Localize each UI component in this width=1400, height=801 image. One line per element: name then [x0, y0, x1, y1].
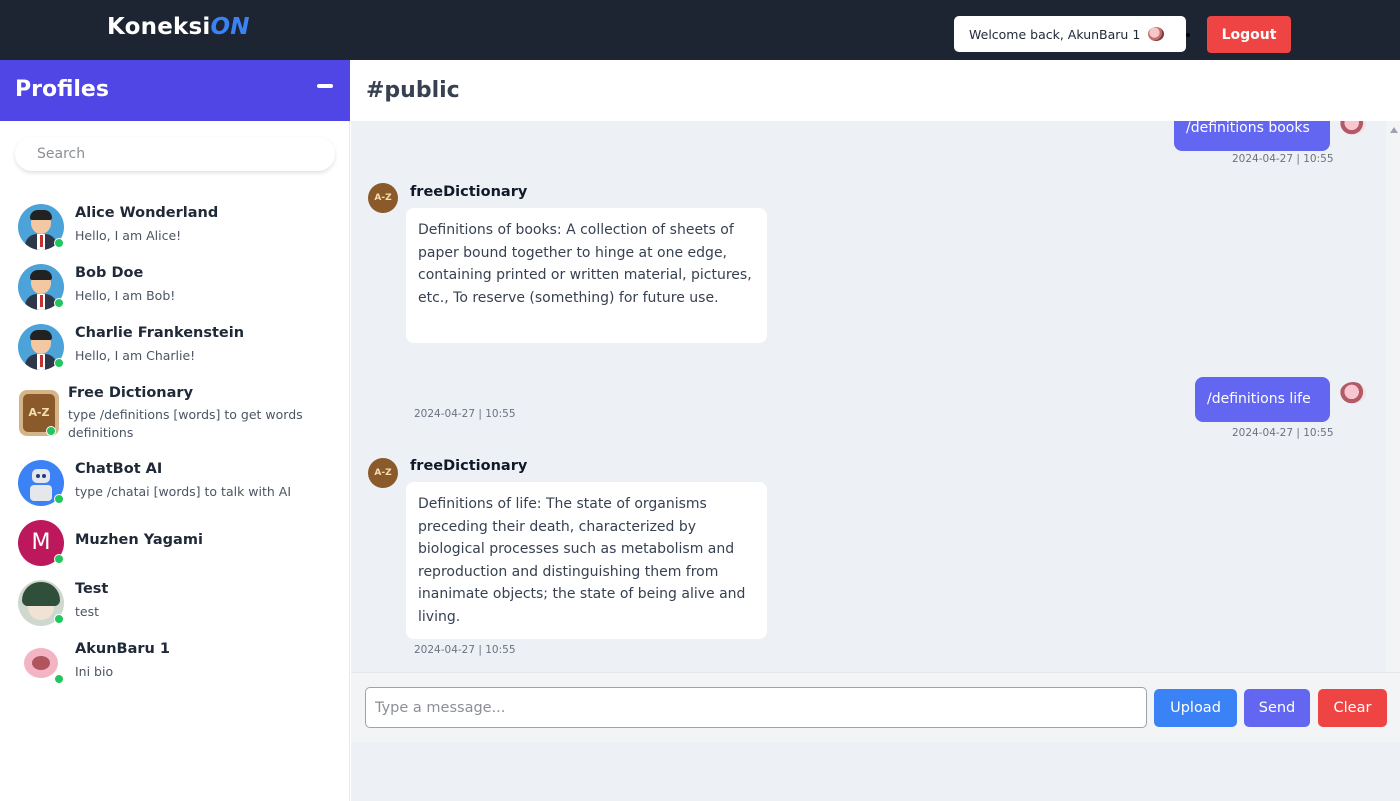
- profile-item-alice[interactable]: Alice Wonderland Hello, I am Alice!: [18, 200, 343, 254]
- upload-button[interactable]: Upload: [1154, 689, 1237, 727]
- search-input[interactable]: [15, 137, 335, 171]
- online-status-icon: [54, 494, 64, 504]
- message-timestamp: 2024-04-27 | 10:55: [414, 408, 516, 420]
- profile-item-charlie[interactable]: Charlie Frankenstein Hello, I am Charlie…: [18, 320, 343, 374]
- profile-item-akunbaru[interactable]: AkunBaru 1 Ini bio: [18, 636, 343, 690]
- incoming-message-bubble: Definitions of life: The state of organi…: [406, 482, 767, 639]
- profile-item-chatbot[interactable]: ChatBot AI type /chatai [words] to talk …: [18, 456, 343, 510]
- brand-main-text: Koneksi: [107, 14, 211, 40]
- profile-name: Alice Wonderland: [75, 205, 219, 221]
- message-timestamp: 2024-04-27 | 10:55: [1232, 427, 1334, 439]
- profile-item-free-dictionary[interactable]: A-Z Free Dictionary type /definitions [w…: [18, 380, 343, 446]
- profiles-header: Profiles: [0, 60, 350, 121]
- send-button[interactable]: Send: [1244, 689, 1310, 727]
- user-avatar-icon: [1148, 27, 1165, 41]
- profiles-title: Profiles: [15, 77, 109, 102]
- sender-avatar-icon: [1340, 121, 1366, 135]
- profile-name: Bob Doe: [75, 265, 144, 281]
- profile-name: Free Dictionary: [68, 385, 194, 401]
- profile-bio: Hello, I am Charlie!: [75, 348, 196, 363]
- welcome-text: Welcome back, AkunBaru 1: [969, 26, 1141, 42]
- profile-bio: test: [75, 604, 100, 619]
- online-status-icon: [54, 238, 64, 248]
- message-list[interactable]: /definitions books 2024-04-27 | 10:55 A-…: [351, 121, 1386, 672]
- profile-name: ChatBot AI: [75, 461, 163, 477]
- online-status-icon: [54, 614, 64, 624]
- top-navbar: KoneksiON Welcome back, AkunBaru 1 Logou…: [0, 0, 1400, 60]
- brand-accent-text: ON: [210, 14, 250, 40]
- profile-bio: Hello, I am Bob!: [75, 288, 176, 303]
- online-status-icon: [54, 358, 64, 368]
- online-status-icon: [54, 298, 64, 308]
- message-timestamp: 2024-04-27 | 10:55: [414, 644, 516, 656]
- incoming-message-bubble: Definitions of books: A collection of sh…: [406, 208, 767, 343]
- message-timestamp: 2024-04-27 | 10:55: [1232, 153, 1334, 165]
- profile-name: Muzhen Yagami: [75, 532, 203, 548]
- message-composer: Upload Send Clear: [351, 672, 1400, 742]
- profile-name: Test: [75, 581, 109, 597]
- profile-item-muzhen[interactable]: M Muzhen Yagami: [18, 516, 343, 570]
- profile-bio: type /definitions [words] to get words d…: [68, 407, 303, 440]
- online-status-icon: [46, 426, 56, 436]
- online-status-icon: [54, 554, 64, 564]
- profile-item-bob[interactable]: Bob Doe Hello, I am Bob!: [18, 260, 343, 314]
- message-input[interactable]: [365, 687, 1147, 728]
- profile-item-test[interactable]: Test test: [18, 576, 343, 630]
- separator-dot: [1186, 33, 1190, 37]
- channel-header: #public: [351, 60, 1400, 121]
- profile-bio: Ini bio: [75, 664, 114, 679]
- message-sender-name: freeDictionary: [410, 184, 528, 200]
- online-status-icon: [54, 674, 64, 684]
- outgoing-message-bubble: /definitions life: [1195, 377, 1330, 422]
- sender-avatar-icon: [1340, 382, 1366, 404]
- message-scrollbar[interactable]: [1386, 121, 1400, 672]
- scroll-up-arrow-icon[interactable]: [1390, 127, 1398, 133]
- collapse-minus-icon[interactable]: [317, 84, 333, 88]
- search-box: [15, 137, 335, 171]
- dictionary-avatar-icon: A-Z: [368, 458, 398, 488]
- profile-bio: Hello, I am Alice!: [75, 228, 182, 243]
- profile-name: Charlie Frankenstein: [75, 325, 245, 341]
- profiles-sidebar: Profiles Alice Wonderland Hello, I am Al…: [0, 60, 350, 801]
- profile-name: AkunBaru 1: [75, 641, 170, 657]
- app-logo[interactable]: KoneksiON: [107, 14, 250, 40]
- message-sender-name: freeDictionary: [410, 458, 528, 474]
- dictionary-avatar-icon: A-Z: [368, 183, 398, 213]
- welcome-badge: Welcome back, AkunBaru 1: [954, 16, 1186, 52]
- outgoing-message-bubble: /definitions books: [1174, 121, 1330, 151]
- logout-button[interactable]: Logout: [1207, 16, 1291, 53]
- chat-panel: #public /definitions books 2024-04-27 | …: [351, 60, 1400, 801]
- clear-button[interactable]: Clear: [1318, 689, 1387, 727]
- profile-bio: type /chatai [words] to talk with AI: [75, 484, 292, 499]
- channel-title: #public: [366, 78, 460, 103]
